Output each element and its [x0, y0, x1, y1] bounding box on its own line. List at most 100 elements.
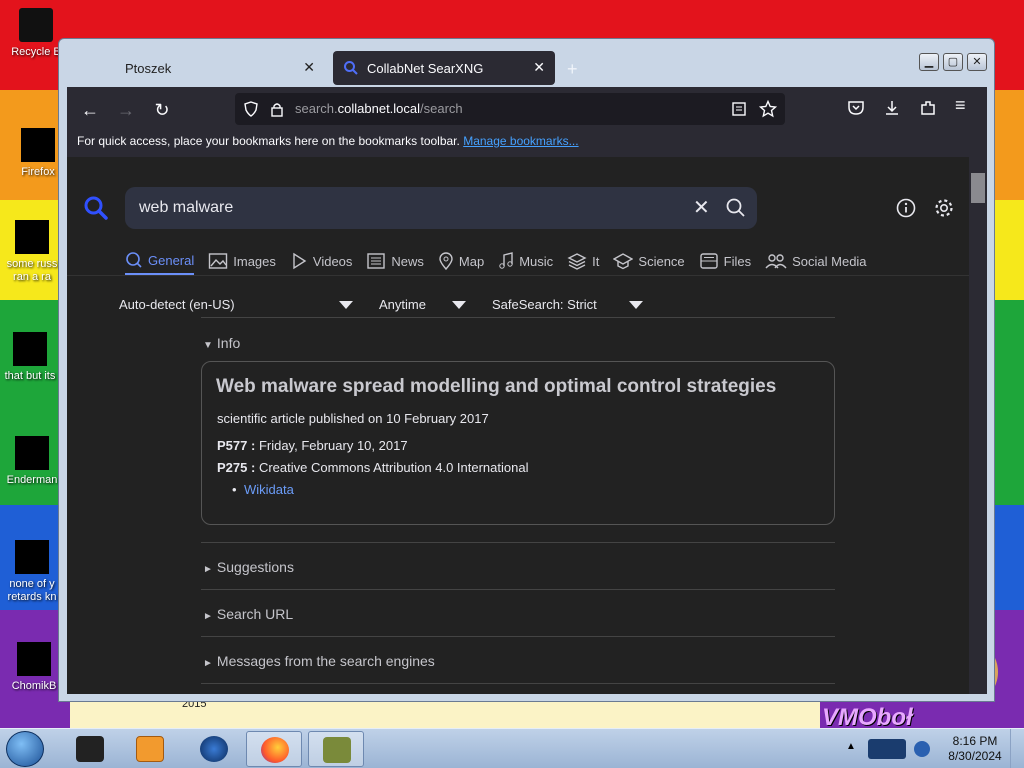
- wikidata-link[interactable]: Wikidata: [244, 482, 294, 497]
- people-icon: [765, 254, 787, 269]
- search-input[interactable]: web malware: [139, 199, 233, 217]
- close-window-button[interactable]: ✕: [967, 53, 987, 71]
- volume-icon[interactable]: [914, 741, 930, 757]
- tab-label: Ptoszek: [125, 60, 172, 76]
- desktop-icon-chomikb[interactable]: ChomikB: [4, 642, 64, 693]
- info-icon[interactable]: [895, 197, 917, 219]
- taskbar-item-firefox[interactable]: [246, 731, 302, 767]
- time-range-select[interactable]: Anytime: [379, 297, 426, 312]
- language-select[interactable]: Auto-detect (en-US): [119, 297, 235, 312]
- network-icon[interactable]: [868, 739, 906, 759]
- taskbar-item-globe[interactable]: [186, 731, 242, 767]
- engine-messages-section-toggle[interactable]: ► Messages from the search engines: [203, 653, 435, 669]
- divider: [201, 636, 835, 637]
- extensions-icon[interactable]: [919, 99, 937, 117]
- newspaper-icon: [367, 253, 386, 269]
- desktop-icon-enderman[interactable]: Enderman: [2, 436, 62, 487]
- folder-icon: [13, 332, 47, 366]
- taskbar-item-chomik[interactable]: [308, 731, 364, 767]
- lock-icon[interactable]: [269, 101, 285, 117]
- search-box: web malware ✕: [125, 187, 757, 229]
- chevron-down-icon[interactable]: [452, 301, 466, 309]
- app-icon: [15, 540, 49, 574]
- tray-expand-icon[interactable]: ▲: [846, 741, 856, 752]
- chevron-down-icon[interactable]: [629, 301, 643, 309]
- search-icon[interactable]: [725, 197, 747, 219]
- recycle-bin-icon: [19, 8, 53, 42]
- media-player-icon: [136, 736, 164, 762]
- reload-button[interactable]: ↻: [149, 97, 175, 123]
- app-icon: [76, 736, 104, 762]
- tab-general[interactable]: General: [125, 247, 195, 275]
- shield-icon[interactable]: [243, 101, 259, 117]
- divider: [201, 542, 835, 543]
- taskbar: ▲ 8:16 PM 8/30/2024: [0, 728, 1024, 768]
- start-button[interactable]: [6, 731, 44, 767]
- tab-strip: Ptoszek ✕ CollabNet SearXNG ✕ + ▁ ▢ ✕: [67, 47, 987, 87]
- tab-map[interactable]: Map: [438, 247, 484, 275]
- tab-videos[interactable]: Videos: [290, 247, 352, 275]
- play-icon: [293, 252, 307, 270]
- safesearch-select[interactable]: SafeSearch: Strict: [492, 297, 597, 312]
- menu-hamburger-icon[interactable]: ≡: [955, 95, 966, 116]
- tab-it[interactable]: It: [567, 247, 599, 275]
- category-tabs: General Images Videos News Map Music It …: [125, 247, 881, 277]
- taskbar-item-app[interactable]: [62, 731, 118, 767]
- desktop-icon-none-of-y[interactable]: none of y retards kn: [2, 540, 62, 604]
- clear-search-icon[interactable]: ✕: [693, 195, 710, 220]
- maximize-button[interactable]: ▢: [943, 53, 963, 71]
- desktop-icon-that-but-its[interactable]: that but its: [0, 332, 60, 383]
- firefox-icon: [21, 128, 55, 162]
- clock[interactable]: 8:16 PM 8/30/2024: [944, 734, 1006, 764]
- minimize-button[interactable]: ▁: [919, 53, 939, 71]
- gear-icon[interactable]: [933, 197, 955, 219]
- bullet: •: [232, 482, 237, 497]
- bookmark-star-icon[interactable]: [759, 100, 777, 118]
- clock-time: 8:16 PM: [952, 734, 998, 748]
- close-icon[interactable]: ✕: [303, 59, 315, 76]
- suggestions-section-toggle[interactable]: ► Suggestions: [203, 559, 294, 575]
- url-text[interactable]: search.collabnet.local/search: [295, 101, 463, 116]
- reader-view-icon[interactable]: [731, 101, 747, 117]
- forward-button[interactable]: →: [113, 97, 139, 123]
- tab-news[interactable]: News: [366, 247, 424, 275]
- tab-science[interactable]: Science: [613, 247, 685, 275]
- taskbar-item-media-player[interactable]: [122, 731, 178, 767]
- desktop-icon-recycle-bin[interactable]: Recycle B: [6, 8, 66, 59]
- show-desktop-button[interactable]: [1010, 729, 1024, 768]
- download-icon[interactable]: [883, 99, 901, 117]
- back-button[interactable]: ←: [77, 97, 103, 123]
- tab-ptoszek[interactable]: Ptoszek ✕: [95, 51, 325, 85]
- school-icon: [613, 253, 634, 270]
- close-icon[interactable]: ✕: [533, 59, 545, 76]
- bookmarks-toolbar: For quick access, place your bookmarks h…: [77, 134, 579, 148]
- scrollbar[interactable]: [969, 157, 987, 694]
- tab-images[interactable]: Images: [208, 247, 276, 275]
- triangle-right-icon: ►: [203, 611, 213, 622]
- search-filters: Auto-detect (en-US) Anytime SafeSearch: …: [119, 293, 679, 319]
- tab-collabnet-searxng[interactable]: CollabNet SearXNG ✕: [333, 51, 555, 85]
- scrollbar-thumb[interactable]: [971, 173, 985, 203]
- hamster-box-icon: [323, 737, 351, 763]
- image-icon: [209, 253, 228, 269]
- chevron-down-icon[interactable]: [339, 301, 353, 309]
- hamster-app-icon: [17, 642, 51, 676]
- desktop-icon-some-russ[interactable]: some russ ran a ra: [2, 220, 62, 284]
- info-section-toggle[interactable]: ▼ Info: [203, 335, 240, 351]
- url-bar[interactable]: search.collabnet.local/search: [235, 93, 785, 125]
- new-tab-button[interactable]: +: [567, 59, 578, 80]
- browser-window: Ptoszek ✕ CollabNet SearXNG ✕ + ▁ ▢ ✕ ← …: [58, 38, 995, 702]
- search-url-section-toggle[interactable]: ► Search URL: [203, 606, 293, 622]
- tab-files[interactable]: Files: [699, 247, 751, 275]
- searxng-logo-icon[interactable]: [83, 195, 109, 221]
- tab-music[interactable]: Music: [498, 247, 553, 275]
- pocket-icon[interactable]: [847, 99, 865, 117]
- tab-social-media[interactable]: Social Media: [765, 247, 867, 275]
- document-icon: [15, 220, 49, 254]
- manage-bookmarks-link[interactable]: Manage bookmarks...: [463, 134, 578, 148]
- infobox: Web malware spread modelling and optimal…: [201, 361, 835, 525]
- system-tray: ▲: [838, 729, 948, 768]
- search-icon: [126, 252, 142, 268]
- divider: [201, 683, 835, 684]
- tab-label: CollabNet SearXNG: [367, 60, 484, 76]
